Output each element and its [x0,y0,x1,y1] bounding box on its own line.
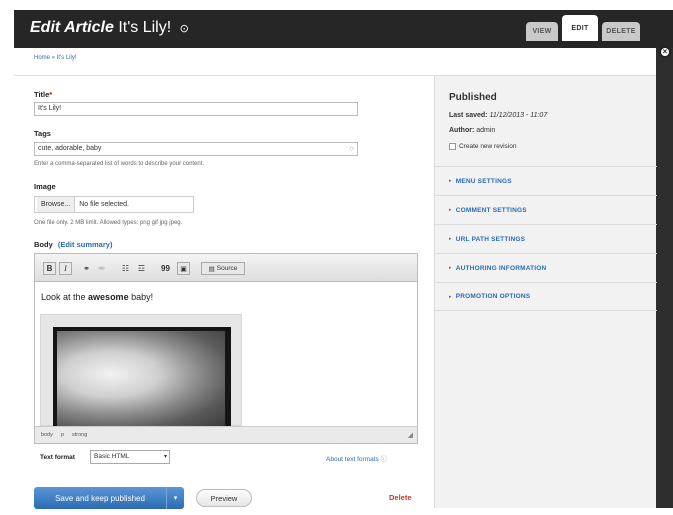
about-text-formats-label: About text formats [326,456,379,463]
path-strong[interactable]: strong [72,432,87,438]
section-label: URL PATH SETTINGS [455,235,526,243]
last-saved: Last saved: 11/12/2013 - 11:07 [449,112,547,119]
baby-photo [57,331,225,427]
modal-right-edge [656,48,673,508]
last-saved-label: Last saved: [449,112,488,119]
page-title-article: It's Lily! [118,19,172,36]
edit-summary-link[interactable]: (Edit summary) [58,240,113,249]
source-icon: ▤ [208,265,215,273]
chevron-down-icon: ▾ [163,454,167,460]
title-label: Title* [34,90,52,99]
body-text-post: baby! [128,292,154,302]
editor-content[interactable]: Look at the awesome baby! [35,282,417,427]
meta-sidebar: Published Last saved: 11/12/2013 - 11:07… [434,76,657,508]
revision-checkbox[interactable] [449,143,456,150]
italic-button[interactable]: I [59,262,72,275]
expand-icon: ▸ [449,265,452,271]
save-dropdown-icon[interactable]: ▾ [166,487,184,509]
author-line: Author: admin [449,127,495,134]
editor-toolbar: B I ⚭ ⚮ ☷ ☲ 99 ▣ ▤ Source [35,254,417,282]
page-title-prefix: Edit Article [30,19,114,36]
local-tabs: VIEW EDIT DELETE [526,15,640,41]
section-label: AUTHORING INFORMATION [455,264,547,272]
text-format-value: Basic HTML [94,453,130,460]
help-icon: ⓘ [380,456,388,463]
tab-edit[interactable]: EDIT [562,15,598,41]
path-body[interactable]: body [41,432,53,438]
path-p[interactable]: p [61,432,64,438]
tags-value: cute, adorable, baby [38,145,102,152]
editor-elements-path: body p strong ◢ [35,426,417,443]
text-format-select[interactable]: Basic HTML ▾ [90,450,170,464]
blockquote-button[interactable]: 99 [159,262,172,275]
url-path-settings-section[interactable]: ▸ URL PATH SETTINGS [435,224,657,253]
resize-handle-icon[interactable]: ◢ [408,431,413,439]
no-file-text: No file selected. [79,201,129,208]
text-format-label: Text format [40,454,75,461]
create-revision[interactable]: Create new revision [449,143,516,150]
close-icon[interactable]: × [659,46,671,58]
embedded-image-frame[interactable] [40,314,242,427]
author-value: admin [476,127,496,134]
breadcrumb[interactable]: Home » It's Lily! [34,55,77,61]
tags-label: Tags [34,129,51,138]
publish-status: Published [449,92,497,103]
last-saved-value: 11/12/2013 - 11:07 [489,112,548,119]
tags-input[interactable]: cute, adorable, baby ○ [34,142,358,156]
source-label: Source [216,265,238,272]
save-button[interactable]: Save and keep published ▾ [34,487,184,509]
unlink-icon[interactable]: ⚮ [95,262,108,275]
page-title: Edit Article It's Lily! ⊙ [30,19,189,37]
edit-panel: Home » It's Lily! Title* It's Lily! Tags… [14,48,657,509]
file-upload: Browse... No file selected. [34,196,194,213]
image-description: One file only. 2 MB limit. Allowed types… [34,220,183,226]
tab-view[interactable]: VIEW [526,22,558,41]
delete-link[interactable]: Delete [389,493,412,502]
revision-label: Create new revision [459,143,517,150]
body-label-text: Body [34,240,53,249]
body-text: Look at the awesome baby! [41,292,153,302]
tab-delete[interactable]: DELETE [602,22,640,41]
breadcrumb-bar: Home » It's Lily! [14,48,656,76]
author-label: Author: [449,127,475,134]
body-editor: B I ⚭ ⚮ ☷ ☲ 99 ▣ ▤ Source Look at the awe… [34,253,418,444]
expand-icon: ▸ [449,236,452,242]
expand-icon: ▸ [449,207,452,213]
image-label: Image [34,182,56,191]
section-label: COMMENT SETTINGS [455,206,527,214]
preview-button[interactable]: Preview [196,489,252,507]
expand-icon: ▸ [449,293,452,300]
body-text-bold: awesome [88,292,129,302]
bullet-list-button[interactable]: ☷ [119,262,132,275]
authoring-information-section[interactable]: ▸ AUTHORING INFORMATION [435,253,657,282]
link-icon[interactable]: ⚭ [80,262,93,275]
body-label: Body (Edit summary) [34,240,112,249]
required-mark: * [49,90,53,99]
section-label: PROMOTION OPTIONS [455,293,531,300]
promotion-options-section[interactable]: ▸ PROMOTION OPTIONS [435,282,657,311]
section-label: MENU SETTINGS [455,177,512,185]
browse-button[interactable]: Browse... [37,197,76,212]
title-label-text: Title [34,90,50,99]
tags-description: Enter a comma-separated list of words to… [34,161,205,167]
title-input[interactable]: It's Lily! [34,102,358,116]
expand-icon: ▸ [449,178,452,184]
bold-button[interactable]: B [43,262,56,275]
image-insert-icon[interactable]: ▣ [177,262,190,275]
title-target-icon: ⊙ [179,23,189,35]
comment-settings-section[interactable]: ▸ COMMENT SETTINGS [435,195,657,224]
source-button[interactable]: ▤ Source [201,262,245,275]
autocomplete-icon: ○ [349,144,354,153]
menu-settings-section[interactable]: ▸ MENU SETTINGS [435,166,657,195]
body-text-pre: Look at the [41,292,89,302]
save-button-label: Save and keep published [55,493,145,503]
numbered-list-button[interactable]: ☲ [135,262,148,275]
about-text-formats-link[interactable]: About text formats ⓘ [326,453,387,463]
